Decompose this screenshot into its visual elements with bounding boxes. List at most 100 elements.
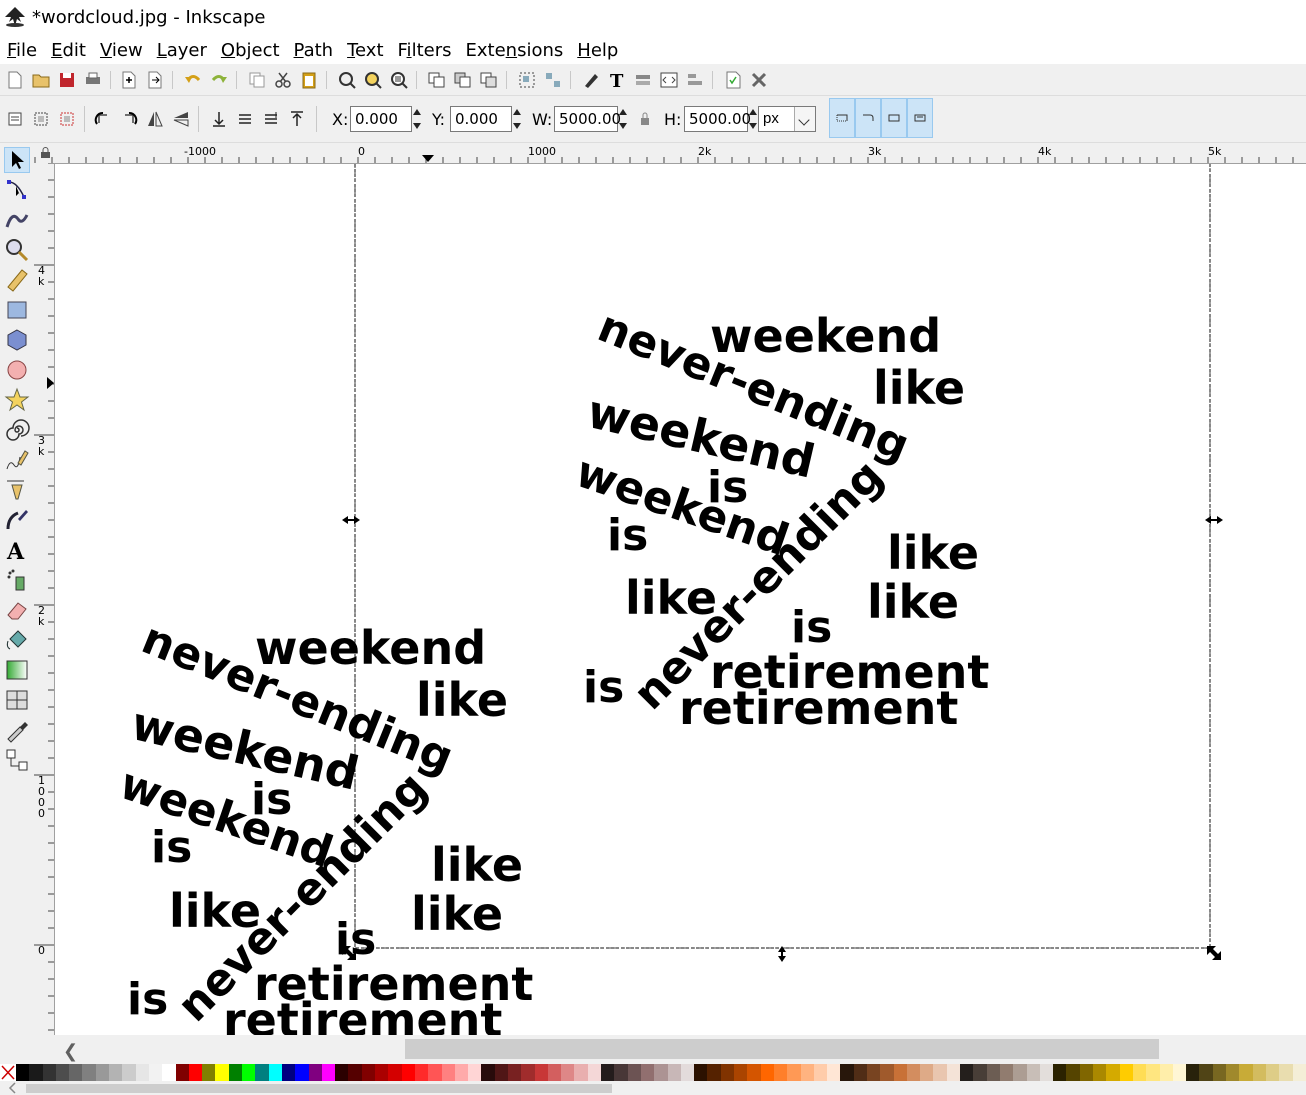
- zoom-tool-icon[interactable]: [4, 237, 30, 263]
- palette-scrollbar[interactable]: [0, 1081, 1306, 1095]
- color-swatch[interactable]: [1186, 1064, 1200, 1081]
- scrollbar-thumb[interactable]: [405, 1039, 1159, 1059]
- color-swatch[interactable]: [933, 1064, 947, 1081]
- color-swatch[interactable]: [521, 1064, 535, 1081]
- color-swatch[interactable]: [587, 1064, 602, 1081]
- xml-editor-icon[interactable]: [658, 69, 680, 91]
- word-retirement[interactable]: retirement: [223, 993, 502, 1035]
- connector-tool-icon[interactable]: [4, 747, 30, 773]
- color-swatch[interactable]: [428, 1064, 442, 1081]
- flip-vertical-icon[interactable]: [170, 108, 192, 130]
- pencil-tool-icon[interactable]: [4, 447, 30, 473]
- paste-icon[interactable]: [298, 69, 320, 91]
- color-swatch[interactable]: [999, 1064, 1014, 1081]
- color-swatch[interactable]: [454, 1064, 469, 1081]
- zoom-drawing-icon[interactable]: [362, 69, 384, 91]
- menu-view[interactable]: View: [93, 40, 150, 61]
- scrollbar-thumb[interactable]: [26, 1084, 612, 1093]
- node-tool-icon[interactable]: [4, 177, 30, 203]
- word-like[interactable]: like: [873, 361, 965, 415]
- ellipse-tool-icon[interactable]: [4, 357, 30, 383]
- calligraphy-tool-icon[interactable]: [4, 507, 30, 533]
- color-swatch[interactable]: [82, 1064, 96, 1081]
- menu-filters[interactable]: Filters: [391, 40, 459, 61]
- color-swatch[interactable]: [122, 1064, 136, 1081]
- redo-icon[interactable]: [208, 69, 230, 91]
- color-swatch[interactable]: [335, 1064, 349, 1081]
- menu-edit[interactable]: Edit: [44, 40, 93, 61]
- y-stepper[interactable]: [511, 106, 523, 132]
- color-swatch[interactable]: [1013, 1064, 1027, 1081]
- color-swatch[interactable]: [1093, 1064, 1107, 1081]
- scale-handle-bottom-right[interactable]: [1207, 946, 1221, 960]
- color-swatch[interactable]: [747, 1064, 761, 1081]
- color-swatch[interactable]: [547, 1064, 562, 1081]
- drawing-canvas[interactable]: weekend never-ending like weekend is wee…: [55, 164, 1306, 1035]
- vertical-ruler[interactable]: 4 k 3 k 2 k 1 0 0 0 0: [34, 163, 55, 1035]
- color-swatch[interactable]: [1053, 1064, 1067, 1081]
- word-like[interactable]: like: [867, 575, 959, 629]
- lower-icon[interactable]: [234, 108, 256, 130]
- color-swatch[interactable]: [361, 1064, 376, 1081]
- word-is[interactable]: is: [127, 974, 168, 1025]
- color-swatch[interactable]: [481, 1064, 495, 1081]
- word-like[interactable]: like: [887, 526, 979, 580]
- color-swatch[interactable]: [734, 1064, 748, 1081]
- color-swatch[interactable]: [574, 1064, 588, 1081]
- move-gradients-toggle[interactable]: [881, 98, 907, 138]
- color-swatch[interactable]: [268, 1064, 282, 1081]
- color-swatch[interactable]: [281, 1064, 296, 1081]
- color-swatch[interactable]: [946, 1064, 961, 1081]
- color-swatch[interactable]: [720, 1064, 735, 1081]
- color-swatch[interactable]: [1146, 1064, 1160, 1081]
- gradient-tool-icon[interactable]: [4, 657, 30, 683]
- color-palette[interactable]: [0, 1064, 1306, 1081]
- word-like[interactable]: like: [411, 887, 503, 941]
- spray-tool-icon[interactable]: [4, 567, 30, 593]
- measure-tool-icon[interactable]: [4, 267, 30, 293]
- color-swatch[interactable]: [135, 1064, 149, 1081]
- color-swatch[interactable]: [1119, 1064, 1133, 1081]
- fill-stroke-icon[interactable]: [580, 69, 602, 91]
- color-swatch[interactable]: [893, 1064, 907, 1081]
- lower-to-bottom-icon[interactable]: [208, 108, 230, 130]
- color-swatch[interactable]: [215, 1064, 229, 1081]
- color-swatch[interactable]: [827, 1064, 841, 1081]
- canvas-svg[interactable]: weekend never-ending like weekend is wee…: [55, 164, 1306, 1035]
- lock-icon[interactable]: [634, 108, 656, 130]
- undo-icon[interactable]: [182, 69, 204, 91]
- spiral-tool-icon[interactable]: [4, 417, 30, 443]
- deselect-icon[interactable]: [56, 108, 78, 130]
- rotate-cw-icon[interactable]: [118, 108, 140, 130]
- word-like[interactable]: like: [431, 838, 523, 892]
- color-swatch[interactable]: [255, 1064, 269, 1081]
- color-swatch[interactable]: [1199, 1064, 1213, 1081]
- move-patterns-toggle[interactable]: [907, 98, 933, 138]
- scroll-left-icon[interactable]: [8, 1082, 18, 1094]
- color-swatch[interactable]: [228, 1064, 243, 1081]
- color-swatch[interactable]: [348, 1064, 362, 1081]
- group-icon[interactable]: [516, 69, 538, 91]
- color-swatch[interactable]: [614, 1064, 628, 1081]
- align-distribute-icon[interactable]: [684, 69, 706, 91]
- color-swatch[interactable]: [1106, 1064, 1120, 1081]
- color-swatch[interactable]: [95, 1064, 110, 1081]
- color-swatch[interactable]: [707, 1064, 721, 1081]
- color-swatch[interactable]: [1212, 1064, 1227, 1081]
- color-swatch[interactable]: [202, 1064, 216, 1081]
- color-swatch[interactable]: [148, 1064, 163, 1081]
- copy-icon[interactable]: [246, 69, 268, 91]
- zoom-selection-icon[interactable]: [336, 69, 358, 91]
- duplicate-icon[interactable]: [426, 69, 448, 91]
- color-swatch[interactable]: [1279, 1064, 1293, 1081]
- color-swatch[interactable]: [773, 1064, 788, 1081]
- dropper-tool-icon[interactable]: [4, 717, 30, 743]
- clone-icon[interactable]: [452, 69, 474, 91]
- color-swatch[interactable]: [960, 1064, 974, 1081]
- color-swatch[interactable]: [69, 1064, 83, 1081]
- mesh-tool-icon[interactable]: [4, 687, 30, 713]
- tweak-tool-icon[interactable]: [4, 207, 30, 233]
- color-swatch[interactable]: [242, 1064, 256, 1081]
- paint-bucket-tool-icon[interactable]: [4, 627, 30, 653]
- color-swatch[interactable]: [321, 1064, 336, 1081]
